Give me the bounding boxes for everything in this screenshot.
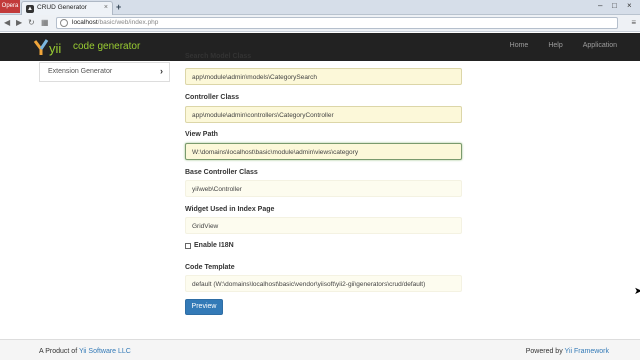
widget-label: Widget Used in Index Page [185,206,275,213]
tab-close-icon[interactable]: × [104,4,108,11]
view-path-label: View Path [185,131,218,138]
forward-icon[interactable]: ▶ [16,18,22,27]
brand-title[interactable]: code generator [73,41,140,52]
window-close-icon[interactable]: × [627,1,632,10]
widget-group: Widget Used in Index Page GridView [185,206,462,234]
browser-toolbar: ◀ ▶ ↻ ▦ localhost/basic/web/index.php ≡ [0,15,640,32]
yii-framework-link[interactable]: Yii Framework [565,348,609,355]
base-controller-group: Base Controller Class yii\web\Controller [185,169,462,197]
yii-software-link[interactable]: Yii Software LLC [79,348,131,355]
sidebar-item-extension-generator[interactable]: Extension Generator › [39,62,170,82]
tab-title: CRUD Generator [37,4,87,11]
browser-tab[interactable]: ▲ CRUD Generator × [21,1,113,15]
page-footer: A Product of Yii Software LLC Powered by… [0,339,640,360]
nav-help[interactable]: Help [548,42,562,49]
browser-titlebar: Opera ▲ CRUD Generator × + – □ × [0,0,640,15]
sidebar-item-label: Extension Generator [48,68,113,75]
main-nav: Home Help Application [510,42,617,49]
enable-i18n-label[interactable]: Enable I18N [194,242,234,249]
enable-i18n-row[interactable]: Enable I18N [185,242,234,249]
controller-class-label: Controller Class [185,94,240,101]
preview-button[interactable]: Preview [185,299,223,315]
enable-i18n-checkbox[interactable] [185,242,191,249]
new-tab-button[interactable]: + [116,2,121,12]
base-controller-label: Base Controller Class [185,169,258,176]
footer-left: A Product of Yii Software LLC [39,348,131,355]
base-controller-input[interactable]: yii\web\Controller [185,180,462,197]
yii-logo-icon[interactable]: yii [33,37,69,57]
speed-dial-icon[interactable]: ▦ [41,18,49,27]
back-icon[interactable]: ◀ [4,18,10,27]
opera-menu-button[interactable]: Opera [0,0,20,13]
browser-menu-icon[interactable]: ≡ [631,18,636,27]
search-model-label: Search Model Class [185,53,252,60]
nav-application[interactable]: Application [583,42,617,49]
globe-icon [60,19,68,27]
reload-icon[interactable]: ↻ [28,18,35,27]
widget-input[interactable]: GridView [185,217,462,234]
view-path-group: View Path W:\domains\localhost\basic\mod… [185,131,462,160]
footer-right: Powered by Yii Framework [525,348,609,355]
controller-class-input[interactable]: app\module\admin\controllers\CategoryCon… [185,106,462,123]
tab-favicon-icon: ▲ [26,5,34,13]
logo-text: yii [49,41,61,56]
code-template-select[interactable]: default (W:\domains\localhost\basic\vend… [185,275,462,292]
view-path-input[interactable]: W:\domains\localhost\basic\module\admin\… [185,143,462,160]
nav-home[interactable]: Home [510,42,529,49]
address-bar[interactable]: localhost/basic/web/index.php [56,17,618,29]
code-template-label: Code Template [185,264,235,271]
search-model-group: Search Model Class app\module\admin\mode… [185,53,462,85]
minimize-icon[interactable]: – [598,1,602,10]
address-url: localhost/basic/web/index.php [72,19,159,26]
search-model-input[interactable]: app\module\admin\models\CategorySearch [185,68,462,85]
controller-class-group: Controller Class app\module\admin\contro… [185,94,462,123]
chevron-right-icon: › [160,66,163,76]
code-template-group: Code Template default (W:\domains\localh… [185,264,462,292]
mouse-cursor-icon: ➤ [634,286,640,297]
maximize-icon[interactable]: □ [612,1,617,10]
